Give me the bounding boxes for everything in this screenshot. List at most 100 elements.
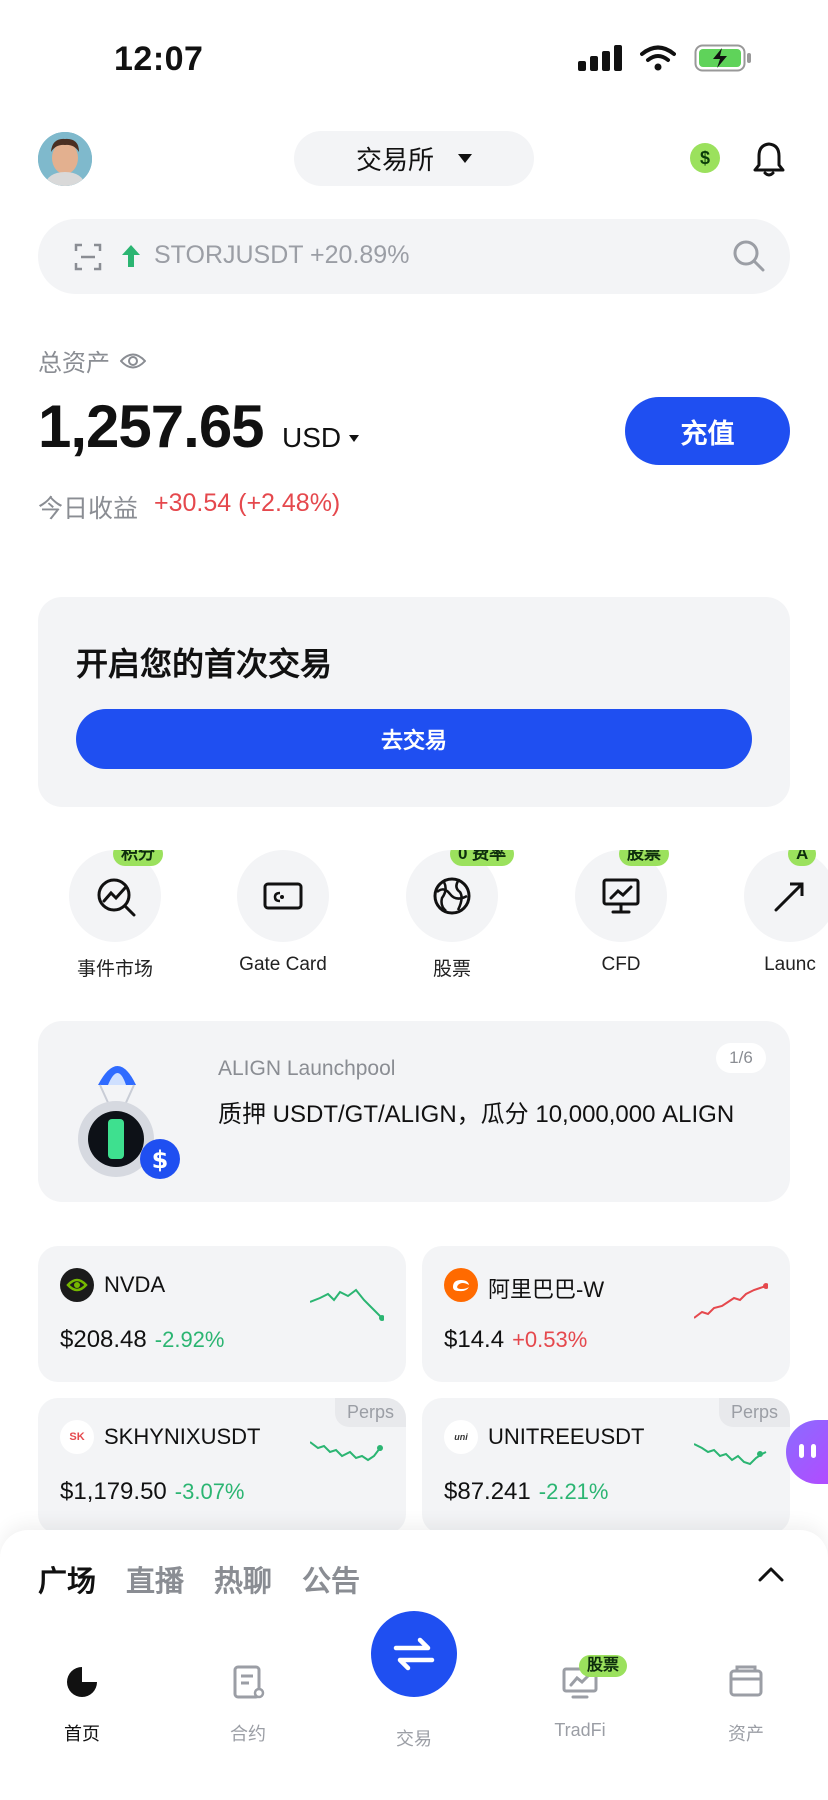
monitor-chart-icon [602, 878, 640, 914]
assistant-float-button[interactable] [786, 1420, 828, 1484]
caret-down-icon [349, 434, 360, 442]
alibaba-logo-icon [444, 1268, 478, 1302]
exchange-selector[interactable]: 交易所 [294, 131, 534, 186]
market-change: -2.21% [538, 1479, 609, 1504]
sparkline-chart [694, 1283, 768, 1319]
banner-page-indicator: 1/6 [716, 1043, 766, 1073]
quick-link-launch[interactable]: A Launc [710, 850, 828, 976]
card-icon [263, 882, 303, 910]
chevron-up-icon[interactable] [758, 1566, 784, 1582]
quick-link-icon-wrap: 股票 [575, 850, 669, 942]
caret-down-icon [458, 154, 472, 163]
tab-label: 资产 [728, 1724, 764, 1744]
today-pnl-value: +30.54 (+2.48%) [154, 489, 341, 517]
battery-charging-icon [694, 44, 751, 72]
tab-home[interactable]: 首页 [27, 1663, 137, 1746]
tab-label: TradFi [554, 1720, 606, 1740]
quick-link-label: Launc [764, 954, 816, 975]
quick-link-label: CFD [601, 954, 641, 975]
tab-live[interactable]: 直播 [126, 1558, 184, 1600]
scan-icon[interactable] [74, 243, 102, 271]
tradfi-stock-tag: 股票 [579, 1655, 628, 1677]
market-card-unitree[interactable]: Perps uni UNITREEUSDT $87.241 -2.21% [422, 1398, 790, 1534]
tab-futures[interactable]: 合约 [193, 1663, 303, 1746]
market-change: +0.53% [512, 1327, 588, 1352]
market-price-row: $208.48 -2.92% [60, 1326, 224, 1354]
today-pnl: 今日收益 +30.54 (+2.48%) [38, 489, 340, 525]
skhynix-logo-icon: SK [60, 1420, 94, 1454]
market-card-skhynix[interactable]: Perps SK SKHYNIXUSDT $1,179.50 -3.07% [38, 1398, 406, 1534]
quick-link-label: 事件市场 [76, 959, 153, 980]
trend-up-arrow-icon [122, 245, 140, 267]
total-assets-text: 总资产 [38, 350, 110, 377]
quick-link-label: 股票 [432, 959, 471, 980]
svg-text:$: $ [152, 1146, 169, 1174]
market-price-row: $87.241 -2.21% [444, 1478, 608, 1506]
currency-selector[interactable]: USD [282, 422, 360, 454]
status-time: 12:07 [114, 40, 204, 78]
quick-link-stocks[interactable]: 0 费率 股票 [372, 850, 532, 980]
market-card-alibaba[interactable]: 阿里巴巴-W $14.4 +0.53% [422, 1246, 790, 1382]
tab-chat[interactable]: 热聊 [214, 1558, 272, 1600]
eye-icon[interactable] [120, 352, 146, 370]
contract-icon [233, 1665, 265, 1699]
first-trade-card: 开启您的首次交易 去交易 [38, 597, 790, 807]
market-price-row: $14.4 +0.53% [444, 1326, 587, 1354]
quick-link-cfd[interactable]: 股票 CFD [541, 850, 701, 976]
dollar-coin-icon[interactable]: $ [690, 143, 720, 173]
tab-label: 交易 [396, 1729, 432, 1749]
swap-arrows-icon [393, 1637, 435, 1671]
search-trending-text: STORJUSDT +20.89% [154, 241, 410, 269]
market-price: $1,179.50 [60, 1478, 167, 1505]
avatar-image [38, 132, 92, 186]
home-logo-icon [67, 1667, 97, 1697]
market-symbol: 阿里巴巴-W [488, 1277, 605, 1302]
launchpool-parachute-coin-icon: $ [78, 1066, 180, 1179]
search-bar[interactable]: STORJUSDT +20.89% [38, 219, 790, 294]
market-card-nvda[interactable]: NVDA $208.48 -2.92% [38, 1246, 406, 1382]
launchpool-description: 质押 USDT/GT/ALIGN，瓜分 10,000,000 ALIGN [218, 1101, 735, 1128]
tab-tradfi[interactable]: 股票 TradFi [525, 1655, 635, 1741]
today-pnl-label: 今日收益 [38, 495, 139, 523]
total-assets-label: 总资产 [38, 343, 146, 378]
market-price: $14.4 [444, 1326, 505, 1353]
trade-fab-button[interactable] [371, 1611, 457, 1697]
tab-label: 合约 [230, 1724, 266, 1744]
go-trade-button[interactable]: 去交易 [76, 709, 752, 769]
tab-assets[interactable]: 资产 [691, 1663, 801, 1746]
market-change: -3.07% [174, 1479, 245, 1504]
quick-link-label: Gate Card [239, 954, 327, 975]
tab-trade-label-wrap[interactable]: 交易 [359, 1711, 469, 1751]
wallet-icon [729, 1665, 763, 1697]
launchpool-banner[interactable]: $ ALIGN Launchpool 质押 USDT/GT/ALIGN，瓜分 1… [38, 1021, 790, 1202]
market-symbol: UNITREEUSDT [488, 1424, 645, 1449]
deposit-button[interactable]: 充值 [625, 397, 790, 465]
assistant-face-icon [799, 1444, 816, 1458]
community-tabs: 广场 直播 热聊 公告 [38, 1558, 360, 1600]
status-bar: 12:07 [0, 0, 828, 120]
avatar[interactable] [38, 132, 92, 186]
tab-square[interactable]: 广场 [38, 1558, 96, 1600]
market-price: $87.241 [444, 1478, 531, 1505]
search-icon[interactable] [732, 239, 766, 273]
market-change: -2.92% [154, 1327, 225, 1352]
sparkline-chart [310, 1441, 383, 1462]
tab-announcements[interactable]: 公告 [302, 1558, 360, 1600]
perps-badge: Perps [718, 1398, 790, 1427]
launchpool-title: ALIGN Launchpool [218, 1057, 396, 1080]
bell-icon[interactable] [752, 140, 786, 178]
wifi-icon [640, 45, 676, 71]
quick-link-event-market[interactable]: 积分 事件市场 [35, 850, 195, 980]
unitree-logo-icon: uni [444, 1420, 478, 1454]
quick-links: 积分 事件市场 Gate Card 0 费率 股票 股票 CFD A Launc [0, 850, 828, 980]
quick-link-icon-wrap [237, 850, 329, 942]
nvidia-logo-icon [60, 1268, 94, 1302]
quick-link-tag: A [788, 850, 817, 866]
quick-link-gate-card[interactable]: Gate Card [203, 850, 363, 976]
quick-link-icon-wrap: 0 费率 [406, 850, 515, 942]
sparkline-chart [694, 1443, 767, 1466]
quick-link-tag: 股票 [619, 850, 669, 866]
market-symbol: NVDA [104, 1272, 166, 1297]
quick-link-icon-wrap: A [744, 850, 828, 942]
currency-label: USD [282, 422, 342, 453]
